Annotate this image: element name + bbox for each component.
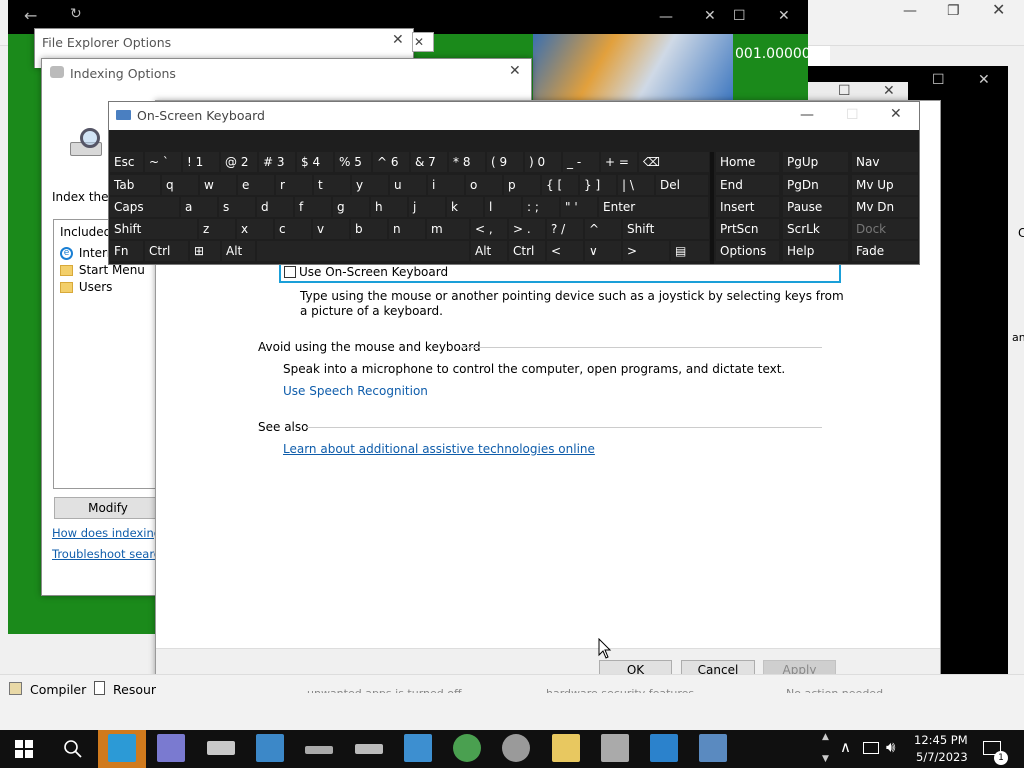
- file-explorer-close-button[interactable]: ✕: [392, 33, 404, 47]
- taskbar-app-5-icon[interactable]: [305, 746, 333, 754]
- resource-icon: [94, 681, 105, 695]
- taskbar-app-6-icon[interactable]: [355, 744, 383, 754]
- value-readout: 001.00000: [735, 46, 811, 62]
- status-snippet-1: unwanted apps is turned off.: [307, 687, 465, 693]
- avoid-mouse-heading: Avoid using the mouse and keyboard: [258, 340, 481, 354]
- location-label: Start Menu: [78, 263, 145, 277]
- see-also-heading: See also: [258, 420, 309, 434]
- location-item-users[interactable]: Users: [60, 280, 112, 294]
- resource-label[interactable]: Resour: [113, 682, 156, 697]
- fe-sliver-close-button[interactable]: ✕: [414, 35, 424, 49]
- mouse-cursor-icon: [598, 638, 612, 659]
- green-close-button[interactable]: ✕: [778, 9, 790, 23]
- clock-date[interactable]: 5/7/2023: [916, 750, 968, 764]
- location-label: Users: [78, 280, 113, 294]
- status-snippet-3: No action needed: [786, 687, 883, 693]
- modify-button[interactable]: Modify: [54, 497, 162, 519]
- windows-logo-icon: [15, 740, 33, 758]
- green-restore-button[interactable]: ☐: [733, 9, 746, 23]
- osk-checkbox[interactable]: [284, 266, 296, 278]
- keyboard-icon: [116, 110, 131, 120]
- see-also-rule: [306, 427, 822, 428]
- taskbar-app-4-icon[interactable]: [256, 734, 284, 762]
- taskbar-app-12-icon[interactable]: [650, 734, 678, 762]
- compiler-icon: [9, 682, 22, 695]
- back-arrow-icon[interactable]: ←: [24, 6, 37, 25]
- magnifier-icon: [66, 128, 106, 158]
- taskbar-app-9-icon[interactable]: [502, 734, 530, 762]
- taskbar-app-1-icon[interactable]: [108, 734, 136, 762]
- speech-recognition-link[interactable]: Use Speech Recognition: [283, 384, 428, 398]
- clock-time[interactable]: 12:45 PM: [914, 733, 968, 747]
- folder-icon: [60, 282, 73, 293]
- taskbar-app-3-icon[interactable]: [207, 741, 235, 755]
- osk-title: On-Screen Keyboard: [137, 108, 265, 123]
- start-button[interactable]: [15, 740, 33, 758]
- heading-rule: [460, 347, 822, 348]
- colorful-thumbnail: [533, 34, 733, 100]
- osk-minimize-button[interactable]: —: [800, 108, 814, 122]
- location-item-start-menu[interactable]: Start Menu: [60, 263, 145, 277]
- indexing-options-title: Indexing Options: [70, 66, 176, 81]
- learn-more-link[interactable]: Learn about additional assistive technol…: [283, 442, 595, 456]
- compiler-label[interactable]: Compiler: [30, 682, 86, 697]
- osk-close-button[interactable]: ✕: [890, 107, 902, 121]
- refresh-icon[interactable]: ↻: [70, 6, 82, 22]
- status-snippet-2: hardware security features: [546, 687, 694, 693]
- scroll-down-icon[interactable]: ▼: [822, 754, 829, 764]
- osk-divider: [710, 152, 714, 264]
- bg-close-button[interactable]: ✕: [992, 2, 1005, 18]
- right-edge-text-1: C: [1018, 226, 1024, 240]
- chevron-up-icon[interactable]: ∧: [840, 738, 851, 756]
- green-minimize-button[interactable]: —: [659, 10, 673, 24]
- internet-explorer-icon: e: [60, 247, 73, 260]
- bg-restore-button[interactable]: ❐: [947, 4, 960, 18]
- volume-icon[interactable]: 🔊︎: [886, 738, 895, 756]
- osk-maximize-button[interactable]: ☐: [846, 108, 859, 122]
- indexing-options-icon: [50, 66, 64, 78]
- osk-description: Type using the mouse or another pointing…: [300, 289, 844, 318]
- grey-restore-button[interactable]: ☐: [838, 84, 851, 98]
- taskbar-app-7-icon[interactable]: [404, 734, 432, 762]
- folder-icon: [60, 265, 73, 276]
- taskbar-app-10-icon[interactable]: [552, 734, 580, 762]
- right-edge-text-2: ang: [1012, 331, 1024, 344]
- osk-checkbox-label[interactable]: Use On-Screen Keyboard: [299, 265, 448, 279]
- notification-badge: 1: [994, 751, 1008, 765]
- indexing-close-button[interactable]: ✕: [509, 64, 521, 78]
- network-icon[interactable]: [863, 742, 879, 754]
- green-close-button-a[interactable]: ✕: [704, 9, 716, 23]
- taskbar-app-13-icon[interactable]: [699, 734, 727, 762]
- speech-description: Speak into a microphone to control the c…: [283, 362, 786, 376]
- taskbar-app-11-icon[interactable]: [601, 734, 629, 762]
- grey-close-button[interactable]: ✕: [883, 84, 895, 98]
- taskbar-app-8-icon[interactable]: [453, 734, 481, 762]
- scroll-up-icon[interactable]: ▲: [822, 732, 829, 742]
- black-restore-button[interactable]: ☐: [932, 73, 945, 87]
- white-bar: [808, 46, 830, 66]
- file-explorer-options-title: File Explorer Options: [42, 35, 172, 50]
- search-icon[interactable]: [63, 739, 83, 759]
- taskbar-app-2-icon[interactable]: [157, 734, 185, 762]
- bg-minimize-button[interactable]: —: [903, 4, 917, 18]
- black-close-button[interactable]: ✕: [978, 73, 990, 87]
